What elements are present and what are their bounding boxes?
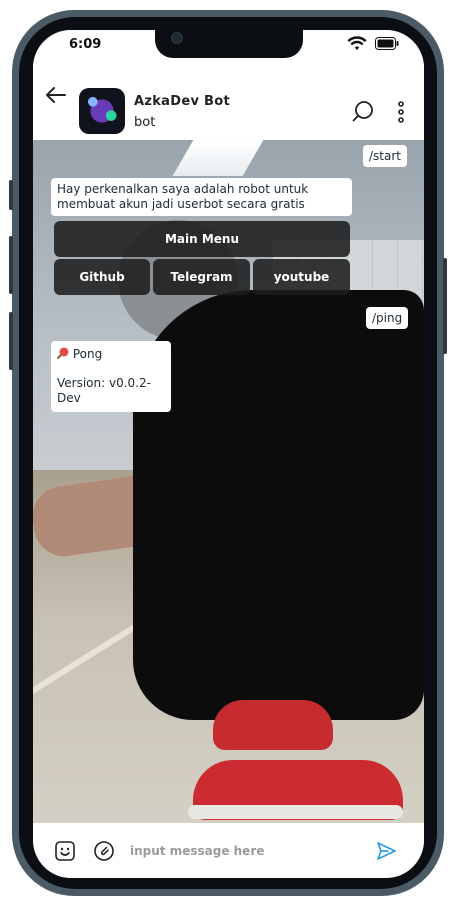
attach-icon[interactable]	[93, 840, 115, 862]
youtube-button[interactable]: youtube	[253, 259, 350, 295]
wallpaper-shoe	[213, 700, 333, 750]
message-input[interactable]	[128, 838, 362, 864]
chat-area[interactable]: /start Hay perkenalkan saya adalah robot…	[33, 140, 424, 854]
back-arrow-icon[interactable]	[43, 82, 69, 108]
chat-header: AzkaDev Bot bot	[33, 60, 424, 141]
version-text: Version: v0.0.2-Dev	[57, 376, 151, 405]
message-text: Hay perkenalkan saya adalah robot untuk …	[57, 182, 309, 211]
notch	[155, 30, 303, 58]
send-icon[interactable]	[375, 840, 397, 862]
status-time: 6:09	[69, 37, 102, 52]
search-icon[interactable]	[351, 100, 375, 124]
more-options-icon[interactable]	[392, 100, 410, 124]
main-menu-button[interactable]: Main Menu	[54, 221, 350, 257]
wifi-icon	[347, 36, 367, 50]
status-bar: 6:09	[33, 30, 424, 60]
outgoing-message[interactable]: /start	[363, 145, 407, 167]
wallpaper-sole	[188, 805, 403, 819]
message-input-bar	[33, 823, 424, 878]
sticker-icon[interactable]	[54, 840, 76, 862]
incoming-message[interactable]: Pong Version: v0.0.2-Dev	[51, 341, 171, 412]
inline-keyboard-row: Github Telegram youtube	[54, 259, 350, 295]
message-text: /ping	[372, 311, 403, 325]
volume-down-button	[9, 312, 13, 370]
message-text: /start	[369, 149, 401, 163]
battery-icon	[375, 37, 399, 50]
outgoing-message[interactable]: /ping	[366, 307, 409, 329]
message-text: Pong	[72, 347, 103, 361]
bot-status: bot	[134, 115, 156, 130]
phone-screen: 6:09 AzkaDev Bot bot /start Hay perkenal…	[33, 30, 424, 878]
power-button	[443, 258, 447, 354]
github-button[interactable]: Github	[54, 259, 150, 295]
bot-avatar[interactable]	[79, 88, 125, 134]
volume-up-button	[9, 236, 13, 294]
camera-icon	[171, 32, 183, 44]
wallpaper-figure	[133, 290, 424, 720]
inline-keyboard-row: Main Menu	[54, 221, 350, 257]
bot-name[interactable]: AzkaDev Bot	[134, 94, 230, 109]
ping-pong-paddle-icon	[57, 347, 69, 359]
mute-switch	[9, 180, 13, 210]
incoming-message[interactable]: Hay perkenalkan saya adalah robot untuk …	[51, 178, 352, 216]
pong-line: Pong	[57, 347, 165, 362]
telegram-button[interactable]: Telegram	[153, 259, 250, 295]
